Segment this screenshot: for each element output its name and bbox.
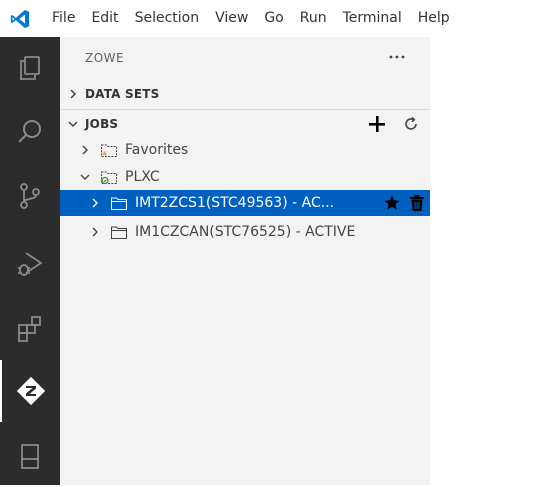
sidebar-header: ZOWE xyxy=(60,37,430,81)
zowe-sidebar: ZOWE DATA SETS JOBS Favorites PLXC IMT2Z… xyxy=(60,37,457,485)
chevron-down-icon xyxy=(77,169,93,185)
tree-item-label: Favorites xyxy=(125,142,189,158)
extensions-icon[interactable] xyxy=(0,297,60,359)
add-profile-button[interactable] xyxy=(366,113,388,135)
zowe-icon[interactable] xyxy=(0,360,60,422)
refresh-button[interactable] xyxy=(400,113,422,135)
chevron-right-icon xyxy=(65,86,81,102)
remote-explorer-icon[interactable] xyxy=(0,425,60,487)
add-favorite-button[interactable] xyxy=(381,192,403,214)
run-debug-icon[interactable] xyxy=(0,233,60,295)
section-jobs[interactable]: JOBS xyxy=(60,109,430,137)
tree-item-favorites[interactable]: Favorites xyxy=(60,137,447,163)
menu-selection[interactable]: Selection xyxy=(127,0,208,37)
chevron-down-icon xyxy=(65,116,81,132)
menu-file[interactable]: File xyxy=(40,0,83,37)
menu-bar: File Edit Selection View Go Run Terminal… xyxy=(0,0,545,37)
menu-terminal[interactable]: Terminal xyxy=(335,0,410,37)
star-icon xyxy=(384,195,400,210)
tree-item-label: PLXC xyxy=(125,169,160,185)
more-actions-button[interactable] xyxy=(386,46,408,68)
chevron-right-icon xyxy=(87,224,103,240)
menu-run[interactable]: Run xyxy=(292,0,335,37)
search-icon[interactable] xyxy=(0,101,60,163)
folder-icon xyxy=(109,224,129,240)
explorer-icon[interactable] xyxy=(0,37,60,99)
connected-folder-icon xyxy=(99,169,119,185)
menu-go[interactable]: Go xyxy=(256,0,291,37)
source-control-icon[interactable] xyxy=(0,165,60,227)
tree-item-label: IMT2ZCS1(STC49563) - AC... xyxy=(135,195,335,211)
section-label: JOBS xyxy=(85,116,119,131)
refresh-icon xyxy=(405,116,417,130)
menu-view[interactable]: View xyxy=(207,0,256,37)
editor-area xyxy=(430,37,545,485)
tree-item-label: IM1CZCAN(STC76525) - ACTIVE xyxy=(135,224,356,240)
tree-item-job[interactable]: IM1CZCAN(STC76525) - ACTIVE xyxy=(60,219,457,245)
chevron-right-icon xyxy=(77,142,93,158)
favorites-folder-icon xyxy=(99,142,119,158)
activity-bar xyxy=(0,37,60,485)
delete-job-button[interactable] xyxy=(406,192,428,214)
plus-icon xyxy=(369,116,385,132)
section-data-sets[interactable]: DATA SETS xyxy=(60,81,430,107)
menu-help[interactable]: Help xyxy=(410,0,458,37)
tree-item-profile[interactable]: PLXC xyxy=(60,164,447,190)
section-label: DATA SETS xyxy=(85,87,160,101)
vscode-logo-icon xyxy=(0,0,40,37)
menu-edit[interactable]: Edit xyxy=(83,0,126,37)
tree-item-job-selected[interactable]: IMT2ZCS1(STC49563) - AC... xyxy=(60,190,457,216)
trash-icon xyxy=(410,195,424,211)
ellipsis-icon xyxy=(389,55,405,59)
sidebar-title: ZOWE xyxy=(85,51,125,65)
folder-icon xyxy=(109,195,129,211)
chevron-right-icon xyxy=(87,195,103,211)
